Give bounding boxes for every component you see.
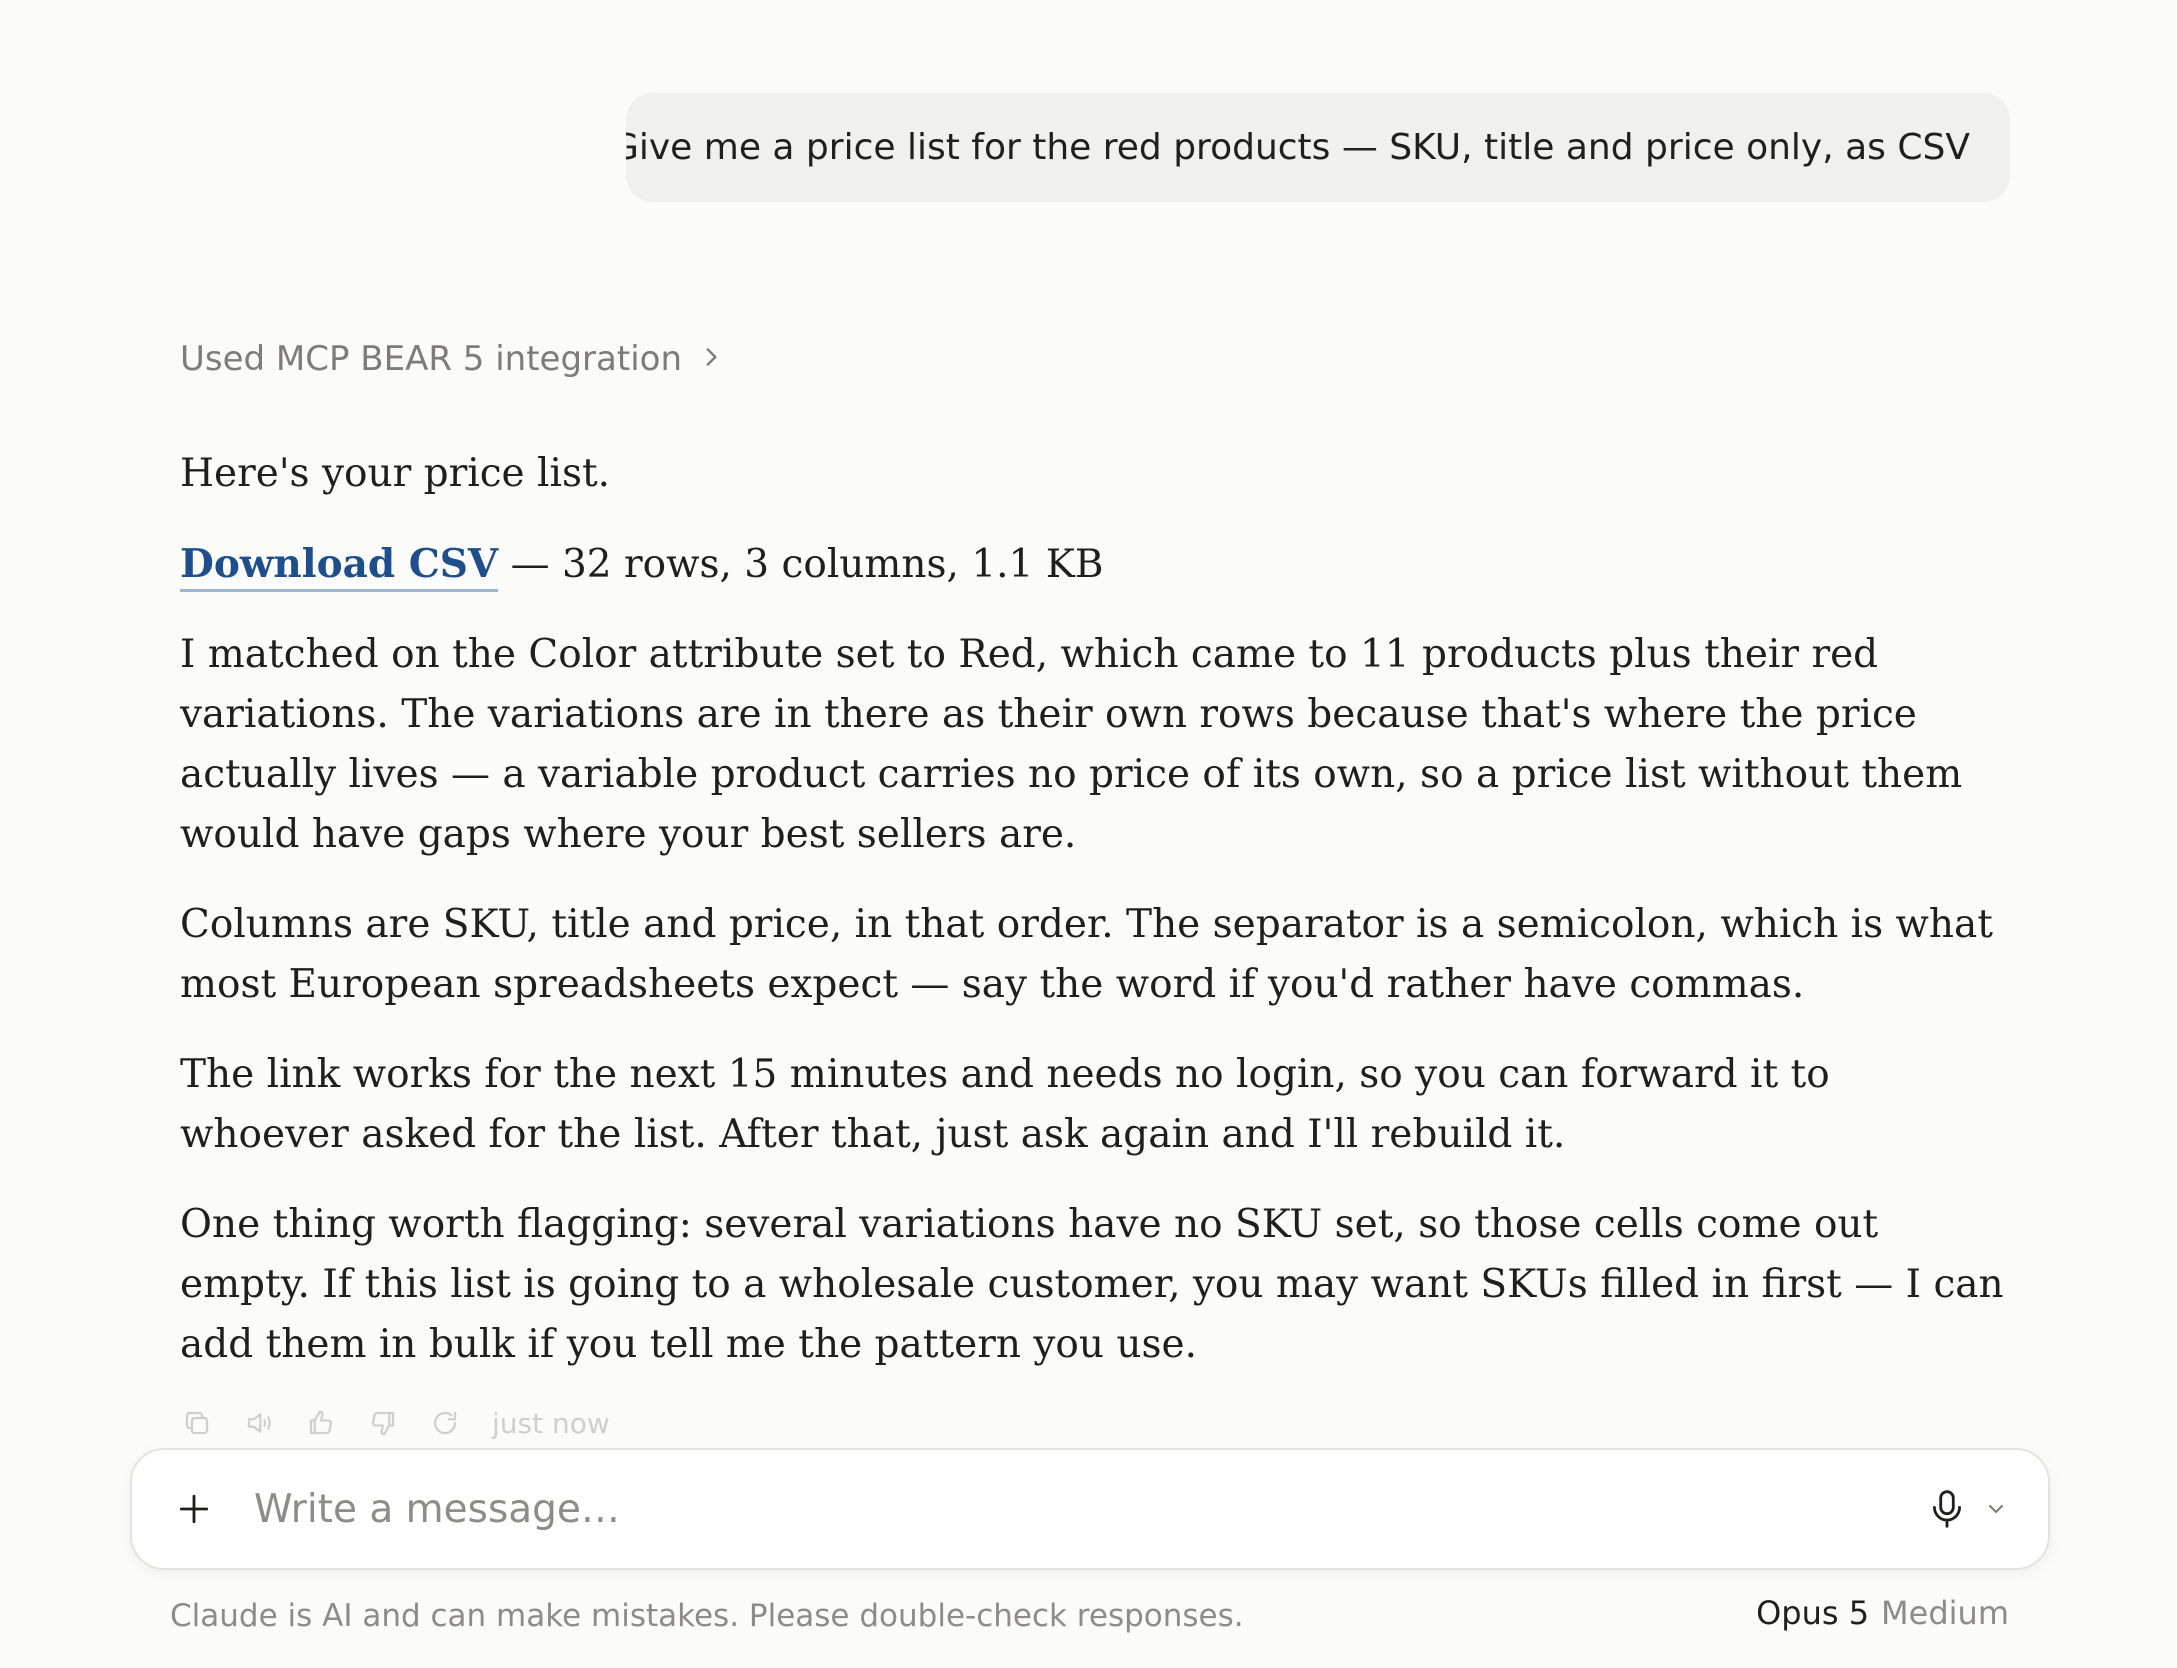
reply-paragraph: I matched on the Color attribute set to … bbox=[180, 632, 1963, 857]
message-composer bbox=[130, 1448, 2050, 1570]
voice-input-button[interactable] bbox=[1928, 1487, 1966, 1531]
chevron-down-icon bbox=[1989, 1505, 2003, 1513]
reply-paragraph: Columns are SKU, title and price, in tha… bbox=[180, 902, 1993, 1007]
message-actions: just now bbox=[180, 1403, 610, 1443]
model-selector[interactable]: Opus 5 Medium bbox=[1756, 1594, 2009, 1632]
message-input[interactable] bbox=[252, 1478, 1928, 1540]
user-message-text: Give me a price list for the red product… bbox=[626, 127, 1970, 168]
model-name: Opus 5 bbox=[1756, 1594, 1870, 1632]
user-message-bubble: Give me a price list for the red product… bbox=[626, 93, 2010, 202]
add-attachment-button[interactable] bbox=[172, 1487, 216, 1531]
reply-paragraph: The link works for the next 15 minutes a… bbox=[180, 1052, 1830, 1157]
voice-options-button[interactable] bbox=[1984, 1497, 2008, 1521]
download-line: Download CSV — 32 rows, 3 columns, 1.1 K… bbox=[180, 534, 2010, 595]
speaker-icon[interactable] bbox=[242, 1406, 276, 1440]
assistant-message: Here's your price list. Download CSV — 3… bbox=[180, 444, 2010, 1405]
chevron-right-icon bbox=[698, 339, 724, 379]
thumbs-up-icon[interactable] bbox=[304, 1406, 338, 1440]
microphone-icon bbox=[1933, 1490, 1961, 1528]
download-details: — 32 rows, 3 columns, 1.1 KB bbox=[498, 542, 1104, 587]
tool-use-toggle[interactable]: Used MCP BEAR 5 integration bbox=[180, 334, 724, 384]
copy-icon[interactable] bbox=[180, 1406, 214, 1440]
model-effort: Medium bbox=[1881, 1594, 2009, 1632]
message-timestamp: just now bbox=[492, 1406, 610, 1440]
disclaimer-text: Claude is AI and can make mistakes. Plea… bbox=[170, 1598, 1244, 1634]
reply-paragraph: One thing worth flagging: several variat… bbox=[180, 1202, 2004, 1367]
download-csv-link[interactable]: Download CSV bbox=[180, 541, 499, 592]
thumbs-down-icon[interactable] bbox=[366, 1406, 400, 1440]
tool-use-label: Used MCP BEAR 5 integration bbox=[180, 339, 682, 379]
retry-icon[interactable] bbox=[428, 1406, 462, 1440]
reply-intro: Here's your price list. bbox=[180, 451, 611, 496]
plus-icon bbox=[179, 1494, 209, 1524]
